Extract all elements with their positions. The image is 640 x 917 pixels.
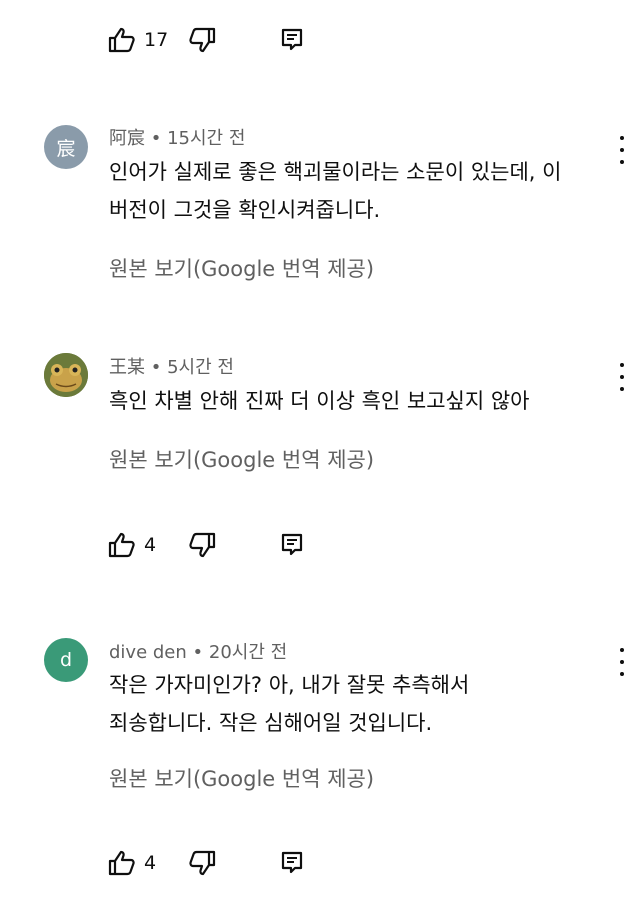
more-options-button[interactable] xyxy=(612,363,632,391)
comment-text: 작은 가자미인가? 아, 내가 잘못 추측해서 죄송합니다. 작은 심해어일 것… xyxy=(109,673,470,735)
author-name[interactable]: 王某 xyxy=(109,357,145,378)
avatar[interactable] xyxy=(44,353,88,397)
reply-icon xyxy=(281,533,303,556)
reply-button[interactable] xyxy=(280,532,320,558)
author-name[interactable]: dive den xyxy=(109,642,187,663)
more-options-button[interactable] xyxy=(612,136,632,164)
avatar-letter: d xyxy=(59,649,73,671)
reply-button[interactable] xyxy=(280,27,320,53)
see-original-link[interactable]: 원본 보기(Google 번역 제공) xyxy=(109,253,374,283)
comment-time: • 5시간 전 xyxy=(150,357,234,378)
like-button[interactable]: 17 xyxy=(108,27,188,53)
comment-actions: 4 xyxy=(108,527,320,563)
dislike-button[interactable] xyxy=(188,850,280,876)
dislike-button[interactable] xyxy=(188,532,280,558)
thumbs-up-icon xyxy=(108,27,135,53)
reply-icon xyxy=(281,851,303,874)
like-count: 4 xyxy=(144,534,157,556)
see-original-link[interactable]: 원본 보기(Google 번역 제공) xyxy=(109,444,374,474)
reply-icon xyxy=(281,28,303,51)
more-options-button[interactable] xyxy=(612,648,632,676)
see-original-link[interactable]: 원본 보기(Google 번역 제공) xyxy=(109,763,374,793)
comment-time: • 15시간 전 xyxy=(150,128,246,149)
thumbs-down-icon xyxy=(189,850,216,876)
like-count: 4 xyxy=(144,852,157,874)
thumbs-up-icon xyxy=(108,850,135,876)
comment-meta: 王某 • 5시간 전 xyxy=(109,353,234,379)
author-name[interactable]: 阿宸 xyxy=(109,128,145,149)
comment-time: • 20시간 전 xyxy=(192,642,288,663)
comment-meta: 阿宸 • 15시간 전 xyxy=(109,124,245,150)
avatar[interactable]: 宸 xyxy=(44,125,88,169)
comment-actions-top: 17 xyxy=(108,22,320,58)
like-button[interactable]: 4 xyxy=(108,532,188,558)
avatar-letter: 宸 xyxy=(56,137,76,160)
frog-avatar-icon xyxy=(44,353,88,397)
comment-text: 흑인 차별 안해 진짜 더 이상 흑인 보고싶지 않아 xyxy=(109,389,530,413)
thumbs-down-icon xyxy=(189,27,216,53)
like-count: 17 xyxy=(144,29,169,51)
like-button[interactable]: 4 xyxy=(108,850,188,876)
thumbs-up-icon xyxy=(108,532,135,558)
dislike-button[interactable] xyxy=(188,27,280,53)
thumbs-down-icon xyxy=(189,532,216,558)
comment-text: 인어가 실제로 좋은 핵괴물이라는 소문이 있는데, 이 버전이 그것을 확인시… xyxy=(109,160,562,222)
comment-meta: dive den • 20시간 전 xyxy=(109,638,287,664)
avatar[interactable]: d xyxy=(44,638,88,682)
reply-button[interactable] xyxy=(280,850,320,876)
comment-actions: 4 xyxy=(108,845,320,881)
